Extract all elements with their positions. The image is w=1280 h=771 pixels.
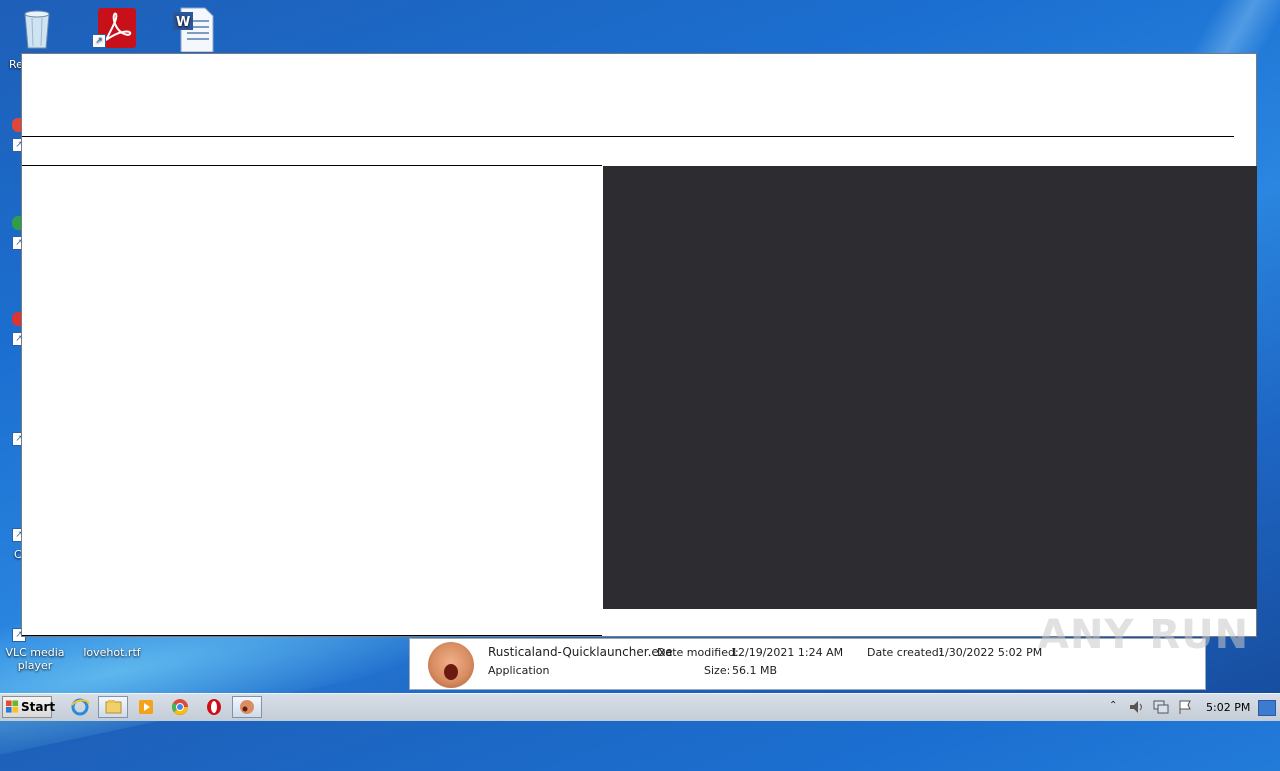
word-document-icon[interactable]: W (157, 6, 217, 53)
svg-text:W: W (176, 15, 190, 30)
anyrun-watermark: ANY RUN (1038, 612, 1250, 658)
date-created-value: 1/30/2022 5:02 PM (938, 646, 1043, 659)
show-desktop-icon[interactable] (1258, 700, 1276, 716)
vlc-label: VLC media player (5, 646, 65, 672)
taskbar-clock[interactable]: 5:02 PM (1206, 701, 1250, 714)
window-divider (22, 165, 602, 166)
lovehot-label: lovehot.rtf (83, 646, 141, 659)
action-center-flag-icon[interactable] (1177, 699, 1193, 715)
file-name: Rusticaland-Quicklauncher.exe (488, 645, 673, 659)
file-thumbnail-icon (428, 642, 474, 688)
word-document-icon-image: W (167, 6, 214, 53)
adobe-reader-icon-image: ↗ (92, 6, 136, 48)
chrome-taskbar-icon[interactable] (166, 696, 196, 718)
vlc-media-player-icon[interactable]: VLC media player (5, 646, 65, 672)
explorer-window[interactable] (21, 53, 1257, 637)
thumbnail-mouth (444, 664, 458, 680)
date-modified-label: Date modified: (657, 646, 739, 659)
windows-explorer-taskbar-icon[interactable] (98, 696, 128, 718)
internet-explorer-taskbar-icon[interactable] (66, 696, 96, 718)
volume-icon[interactable] (1128, 699, 1146, 715)
taskbar: Start ⌃ 5:02 PM (0, 693, 1280, 721)
media-player-taskbar-icon[interactable] (132, 696, 162, 718)
size-value: 56.1 MB (732, 664, 778, 677)
show-hidden-icons-icon[interactable]: ⌃ (1109, 700, 1117, 711)
rusticaland-taskbar-icon[interactable] (232, 696, 262, 718)
start-button[interactable]: Start (2, 696, 56, 718)
window-divider (22, 635, 602, 636)
recycle-bin-icon-image (17, 6, 57, 49)
shortcut-arrow-icon: ↗ (92, 34, 106, 48)
date-modified-value: 12/19/2021 1:24 AM (731, 646, 844, 659)
adobe-reader-icon[interactable]: ↗ (82, 6, 142, 48)
opera-taskbar-icon[interactable] (200, 696, 230, 718)
recycle-bin-icon[interactable]: Re (7, 6, 67, 71)
network-icon[interactable] (1152, 699, 1170, 715)
size-label: Size: (704, 664, 731, 677)
window-divider (22, 136, 1234, 137)
lovehot-rtf-icon[interactable]: lovehot.rtf (80, 646, 144, 659)
file-type: Application (488, 664, 550, 677)
date-created-label: Date created: (867, 646, 943, 659)
preview-pane (603, 166, 1257, 609)
windows-flag-icon (6, 700, 19, 713)
start-label: Start (21, 700, 56, 714)
